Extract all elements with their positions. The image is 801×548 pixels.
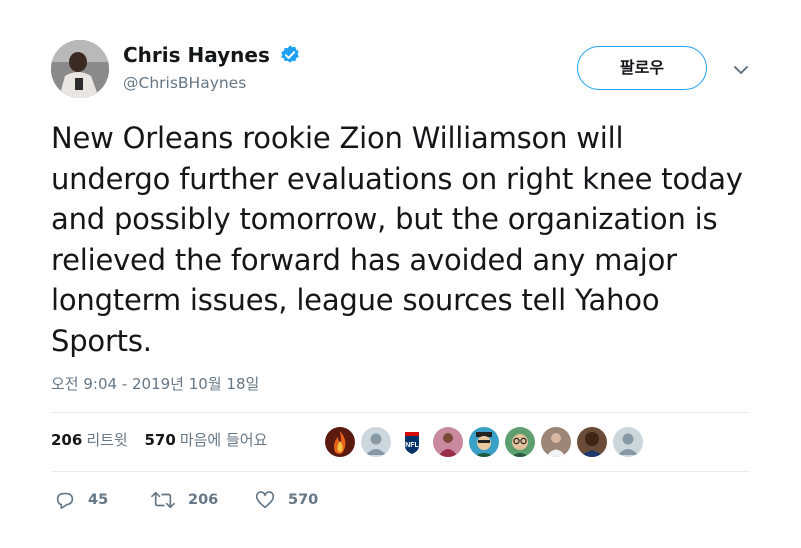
person-photo-icon [433,427,463,457]
heart-icon [255,491,275,509]
retweet-count: 206 [188,492,219,508]
author-info: Chris Haynes @ChrisBHaynes [123,42,301,92]
default-avatar-icon [613,427,643,457]
retweet-icon [151,491,175,509]
liker-avatar[interactable]: NFL [396,426,428,458]
retweet-button[interactable]: 206 [150,487,218,513]
liker-avatar[interactable] [468,426,500,458]
nfl-logo-icon: NFL [397,427,427,457]
default-avatar-icon [361,427,391,457]
retweet-stat-count: 206 [51,431,83,449]
avatar-photo-icon [51,40,109,98]
retweet-stat-label: 리트윗 [86,431,128,449]
cartoon-avatar-icon [469,427,499,457]
tweet-card: Chris Haynes @ChrisBHaynes 팔로우 New Orlea… [0,0,801,548]
like-button[interactable]: 570 [254,487,318,513]
tweet-text: New Orleans rookie Zion Williamson will … [51,121,743,358]
fire-avatar-icon [325,427,355,457]
divider [51,471,750,472]
liker-avatar[interactable] [504,426,536,458]
divider [51,412,750,413]
liker-avatar[interactable] [360,426,392,458]
verified-badge-icon [281,45,299,63]
cartoon-glasses-avatar-icon [505,427,535,457]
reply-icon [56,492,74,510]
like-stat-label: 마음에 들어요 [179,431,268,449]
liker-avatar[interactable] [576,426,608,458]
follow-button[interactable]: 팔로우 [577,46,707,90]
like-count: 570 [288,492,319,508]
author-avatar[interactable] [51,40,109,98]
chevron-down-icon[interactable] [732,64,750,76]
person-photo-icon [541,427,571,457]
liker-avatar[interactable] [612,426,644,458]
reply-count: 45 [88,492,109,508]
liker-avatar[interactable] [540,426,572,458]
svg-text:NFL: NFL [405,442,419,449]
liker-avatar[interactable] [324,426,356,458]
author-display-name[interactable]: Chris Haynes [123,42,270,68]
tweet-stats: 206 리트윗 570 마음에 들어요 [51,429,279,450]
author-handle[interactable]: @ChrisBHaynes [123,74,301,92]
reply-button[interactable]: 45 [54,487,108,513]
liker-avatar[interactable] [432,426,464,458]
like-stat-count: 570 [144,431,176,449]
retweet-stat[interactable]: 206 리트윗 [51,429,128,450]
tweet-timestamp[interactable]: 오전 9:04 - 2019년 10월 18일 [51,373,259,394]
person-photo-icon [577,427,607,457]
like-stat[interactable]: 570 마음에 들어요 [145,429,268,450]
